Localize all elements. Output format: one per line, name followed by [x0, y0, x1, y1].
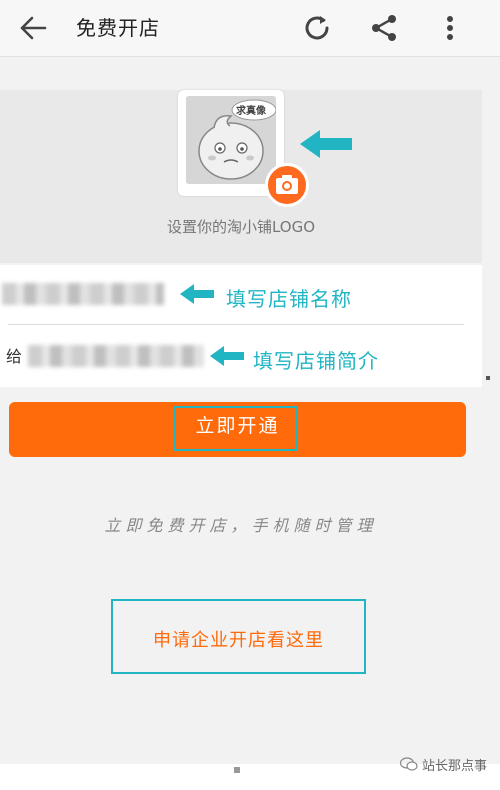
watermark-text: 站长那点事	[422, 759, 488, 774]
logo-section: 求真像 设置你的淘小铺LOGO	[0, 90, 482, 263]
annotation-shop-name: 填写店铺名称	[226, 287, 352, 311]
logo-caption: 设置你的淘小铺LOGO	[166, 218, 316, 236]
enterprise-shop-label: 申请企业开店看这里	[153, 630, 324, 651]
share-icon[interactable]	[368, 12, 400, 44]
shop-name-field[interactable]	[2, 283, 164, 305]
more-vert-icon[interactable]	[434, 12, 466, 44]
enterprise-shop-link[interactable]: 申请企业开店看这里	[111, 599, 366, 674]
open-shop-label: 立即开通	[195, 415, 280, 437]
wechat-icon	[400, 757, 418, 771]
camera-button[interactable]	[265, 163, 309, 207]
shop-intro-field[interactable]	[28, 345, 204, 367]
refresh-icon[interactable]	[301, 12, 333, 44]
app-bar: 免费开店	[0, 0, 500, 57]
annotation-shop-intro: 填写店铺简介	[253, 349, 379, 373]
scroll-indicator	[486, 376, 490, 380]
back-arrow-icon[interactable]	[18, 14, 48, 42]
annotation-arrow-name-icon	[180, 284, 214, 304]
placeholder-face-image: 求真像	[186, 96, 276, 184]
camera-icon	[276, 175, 298, 194]
field-divider	[8, 324, 464, 325]
shop-intro-first-char: 给	[6, 347, 23, 366]
shop-info-form: 填写店铺名称 给 填写店铺简介	[0, 265, 482, 387]
annotation-arrow-intro-icon	[210, 346, 244, 366]
slogan-text: 立即免费开店，手机随时管理	[104, 516, 378, 535]
page-dot	[234, 767, 240, 773]
annotation-arrow-logo-icon	[300, 130, 352, 158]
page-title: 免费开店	[76, 16, 160, 40]
avatar-bubble-text: 求真像	[236, 106, 266, 117]
open-shop-button[interactable]: 立即开通	[9, 402, 466, 457]
